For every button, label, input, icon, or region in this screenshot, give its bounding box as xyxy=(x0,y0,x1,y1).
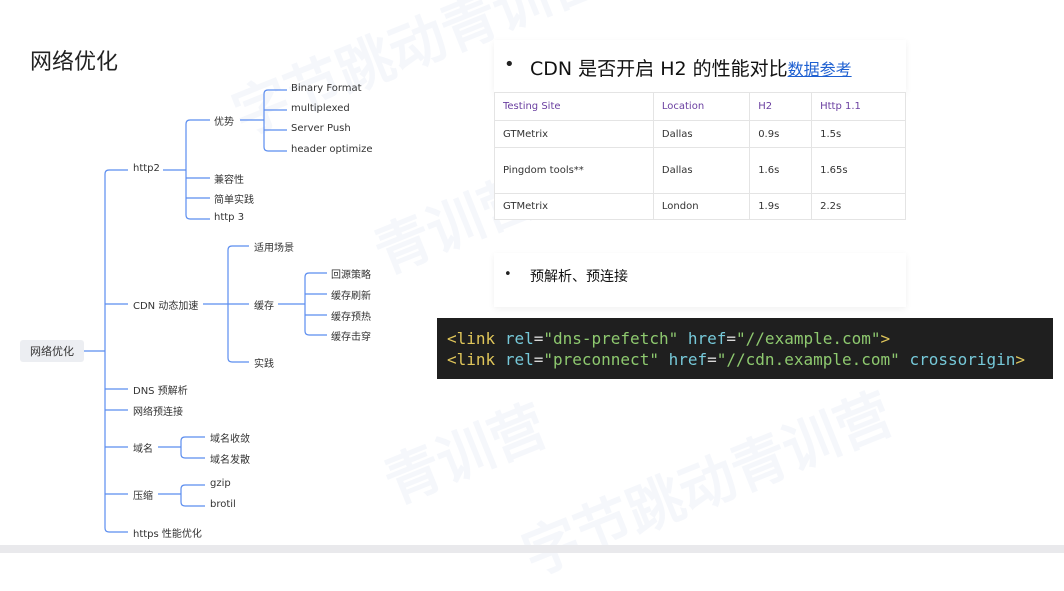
code-token: "//example.com" xyxy=(736,329,881,348)
mindmap-connector xyxy=(227,245,249,251)
code-block: <link rel="dns-prefetch" href="//example… xyxy=(437,318,1053,379)
code-token: "preconnect" xyxy=(543,350,659,369)
code-token: rel xyxy=(504,329,534,348)
table-row: Pingdom tools** Dallas 1.6s 1.65s xyxy=(494,147,906,194)
table-row: GTMetrix Dallas 0.9s 1.5s xyxy=(494,120,906,148)
code-token: = xyxy=(533,329,544,348)
mindmap-node[interactable]: https 性能优化 xyxy=(133,525,202,540)
mindmap-node[interactable]: http 3 xyxy=(214,212,244,223)
table-cell: 0.9s xyxy=(749,120,813,148)
mindmap-node[interactable]: 优势 xyxy=(214,113,234,128)
mindmap-connector xyxy=(185,214,210,220)
performance-table: Testing Site Location H2 Http 1.1 GTMetr… xyxy=(494,92,906,220)
table-cell: Dallas xyxy=(652,120,751,148)
table-cell: 1.6s xyxy=(749,147,813,194)
comparison-heading-text: CDN 是否开启 H2 的性能对比 xyxy=(530,58,788,80)
preconnect-heading: 预解析、预连接 xyxy=(530,269,628,285)
mindmap-node[interactable]: 缓存刷新 xyxy=(331,287,371,302)
mindmap-connector xyxy=(180,436,205,442)
mindmap-node[interactable]: CDN 动态加速 xyxy=(133,297,198,312)
code-token: "dns-prefetch" xyxy=(543,329,679,348)
code-token: = xyxy=(533,350,544,369)
mindmap-node[interactable]: header optimize xyxy=(291,144,373,155)
table-cell: GTMetrix xyxy=(494,193,654,220)
code-token: href xyxy=(687,329,727,348)
code-token: > xyxy=(880,329,891,348)
code-token: crossorigin xyxy=(909,350,1016,369)
mindmap-node[interactable]: 回源策略 xyxy=(331,266,371,281)
code-token: href xyxy=(668,350,708,369)
bullet: • xyxy=(504,267,512,282)
mindmap-node[interactable]: 域名 xyxy=(133,440,153,455)
code-token: "//cdn.example.com" xyxy=(716,350,900,369)
comparison-card: • CDN 是否开启 H2 的性能对比数据参考 xyxy=(494,40,906,92)
mindmap-connector xyxy=(227,357,249,363)
table-cell: 1.65s xyxy=(811,147,906,194)
watermark: 字节跳动青训营 xyxy=(513,381,902,589)
mindmap-node[interactable]: 简单实践 xyxy=(214,191,254,206)
mindmap-node[interactable]: gzip xyxy=(210,478,231,489)
mindmap-node[interactable]: Server Push xyxy=(291,123,351,134)
code-line-2: <link rel="preconnect" href="//cdn.examp… xyxy=(447,350,1025,369)
mindmap-connector xyxy=(185,119,210,125)
table-cell: 1.9s xyxy=(749,193,813,220)
mindmap-node[interactable]: 网络预连接 xyxy=(133,403,183,418)
mindmap-connector xyxy=(104,527,128,533)
mindmap-node[interactable]: multiplexed xyxy=(291,103,350,114)
code-token: <link xyxy=(447,350,496,369)
mindmap-node[interactable]: brotil xyxy=(210,499,236,510)
table-cell: 2.2s xyxy=(811,193,906,220)
bottom-strip xyxy=(0,545,1064,553)
mindmap-connector xyxy=(104,169,128,175)
mindmap-node[interactable]: 缓存击穿 xyxy=(331,328,371,343)
comparison-heading: CDN 是否开启 H2 的性能对比数据参考 xyxy=(530,54,852,81)
mindmap-node[interactable]: Binary Format xyxy=(291,83,362,94)
mindmap-node[interactable]: 实践 xyxy=(254,355,274,370)
code-token: <link xyxy=(447,329,496,348)
mindmap-root[interactable]: 网络优化 xyxy=(20,340,84,362)
mindmap-connector xyxy=(263,146,287,152)
mindmap-connector xyxy=(304,330,327,336)
mindmap-connector xyxy=(180,484,205,490)
code-line-1: <link rel="dns-prefetch" href="//example… xyxy=(447,329,890,348)
code-token: > xyxy=(1015,350,1026,369)
mindmap-node[interactable]: 域名收敛 xyxy=(210,430,250,445)
table-header-cell: H2 xyxy=(749,92,813,121)
table-cell: Dallas xyxy=(652,147,751,194)
table-header-cell: Location xyxy=(652,92,751,121)
table-cell: 1.5s xyxy=(811,120,906,148)
table-cell: Pingdom tools** xyxy=(494,147,654,194)
mindmap-connector xyxy=(304,272,327,278)
table-cell: GTMetrix xyxy=(494,120,654,148)
preconnect-card: • 预解析、预连接 xyxy=(494,253,906,307)
table-header-cell: Http 1.1 xyxy=(811,92,906,121)
mindmap-node[interactable]: http2 xyxy=(133,163,160,174)
mindmap-connectors xyxy=(84,89,327,533)
table-header-cell: Testing Site xyxy=(494,92,654,121)
mindmap-node[interactable]: 缓存 xyxy=(254,297,274,312)
mindmap-node[interactable]: DNS 预解析 xyxy=(133,382,188,397)
mindmap-node[interactable]: 缓存预热 xyxy=(331,308,371,323)
mindmap-node[interactable]: 适用场景 xyxy=(254,239,294,254)
mindmap-node[interactable]: 压缩 xyxy=(133,487,153,502)
code-token: rel xyxy=(504,350,534,369)
mindmap-connector xyxy=(263,89,287,95)
bullet: • xyxy=(504,54,515,75)
table-row: GTMetrix London 1.9s 2.2s xyxy=(494,193,906,220)
code-token: = xyxy=(707,350,717,369)
code-token: = xyxy=(726,329,737,348)
table-cell: London xyxy=(652,193,751,220)
mindmap-node[interactable]: 域名发散 xyxy=(210,451,250,466)
table-header-row: Testing Site Location H2 Http 1.1 xyxy=(494,92,906,121)
data-reference-link[interactable]: 数据参考 xyxy=(788,60,852,79)
mindmap-node[interactable]: 兼容性 xyxy=(214,171,244,186)
mindmap-connector xyxy=(180,453,205,459)
mindmap-connector xyxy=(180,501,205,507)
